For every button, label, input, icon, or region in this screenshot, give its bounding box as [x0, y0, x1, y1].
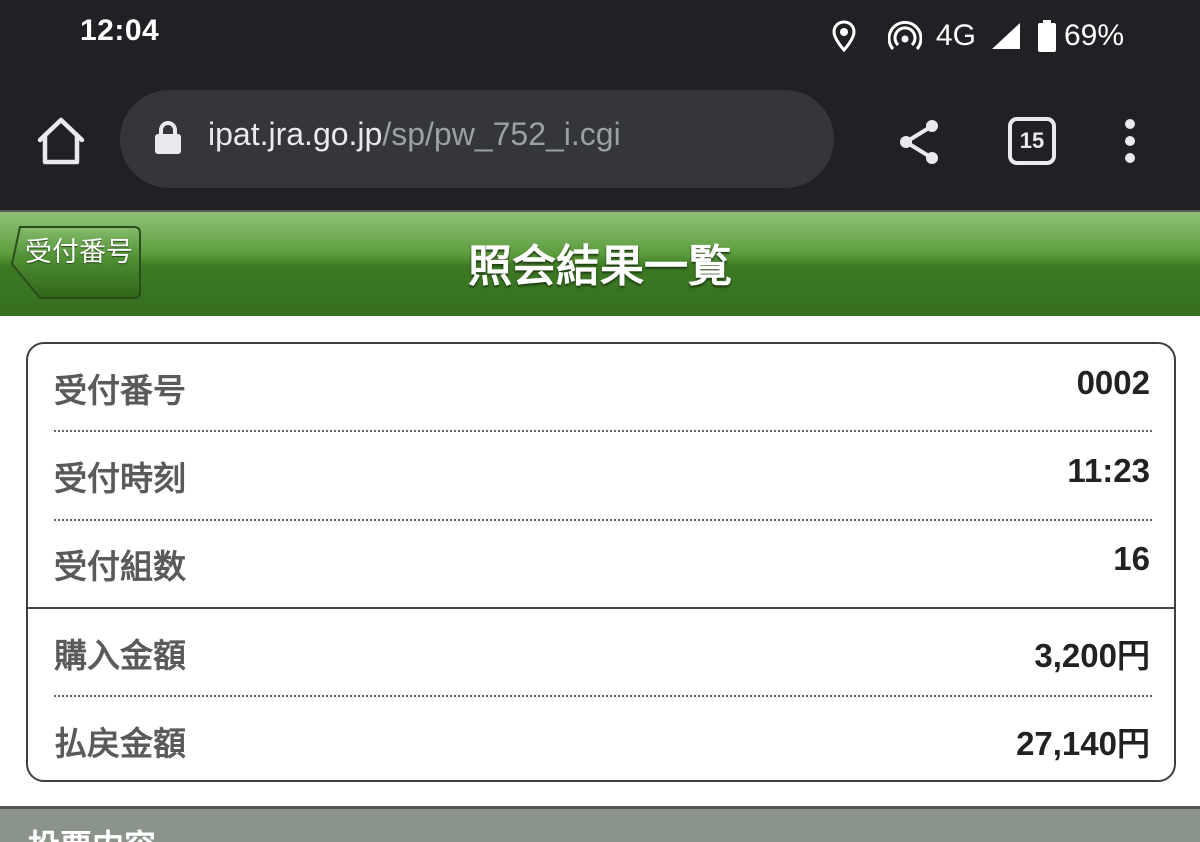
status-time: 12:04 — [80, 14, 160, 47]
hotspot-icon — [887, 21, 922, 51]
summary-value: 27,140円 — [1016, 725, 1150, 762]
result-summary-card: 受付番号 0002 受付時刻 11:23 受付組数 16 購入金額 3,200円… — [26, 342, 1176, 782]
status-icons: 4G 69% — [832, 16, 1124, 56]
lock-icon — [154, 120, 182, 160]
share-icon — [900, 120, 938, 164]
status-bar: 12:04 4G 69% — [0, 0, 1200, 80]
summary-label: 受付組数 — [54, 547, 186, 586]
overflow-menu-button[interactable] — [1114, 116, 1146, 166]
bet-content-section-header: 投票内容 — [0, 806, 1200, 842]
battery-percent: 69% — [1063, 19, 1124, 52]
url-path: /sp/pw_752_i.cgi — [382, 116, 621, 152]
summary-row-payout-amount: 払戻金額 27,140円 — [54, 697, 1150, 780]
summary-label: 受付時刻 — [54, 459, 186, 498]
page-header: 受付番号 照会結果一覧 — [0, 210, 1200, 316]
summary-value: 3,200円 — [1034, 637, 1150, 674]
url-text: ipat.jra.go.jp/sp/pw_752_i.cgi — [208, 116, 621, 153]
summary-label: 払戻金額 — [54, 724, 186, 763]
summary-row-bet-count: 受付組数 16 — [54, 520, 1150, 608]
summary-value: 11:23 — [1067, 452, 1150, 489]
signal-icon — [990, 21, 1022, 51]
summary-row-receipt-number: 受付番号 0002 — [54, 344, 1150, 432]
tab-switcher-button[interactable]: 15 — [1008, 117, 1056, 165]
summary-value: 16 — [1113, 540, 1150, 577]
url-host: ipat.jra.go.jp — [208, 116, 383, 152]
network-type: 4G — [935, 19, 976, 52]
home-button[interactable] — [34, 114, 88, 168]
share-button[interactable] — [896, 118, 944, 166]
battery-icon — [1037, 20, 1056, 52]
location-icon — [832, 20, 856, 52]
summary-value: 0002 — [1076, 364, 1150, 401]
summary-row-purchase-amount: 購入金額 3,200円 — [54, 609, 1150, 697]
summary-label: 購入金額 — [54, 636, 186, 675]
section-title: 投票内容 — [28, 821, 156, 842]
url-bar[interactable]: ipat.jra.go.jp/sp/pw_752_i.cgi — [120, 90, 834, 188]
home-icon — [37, 117, 85, 165]
more-vert-icon — [1125, 119, 1135, 163]
page-title: 照会結果一覧 — [468, 241, 732, 292]
summary-label: 受付番号 — [54, 371, 186, 410]
summary-row-receipt-time: 受付時刻 11:23 — [54, 432, 1150, 520]
browser-toolbar: ipat.jra.go.jp/sp/pw_752_i.cgi 15 — [0, 80, 1200, 210]
